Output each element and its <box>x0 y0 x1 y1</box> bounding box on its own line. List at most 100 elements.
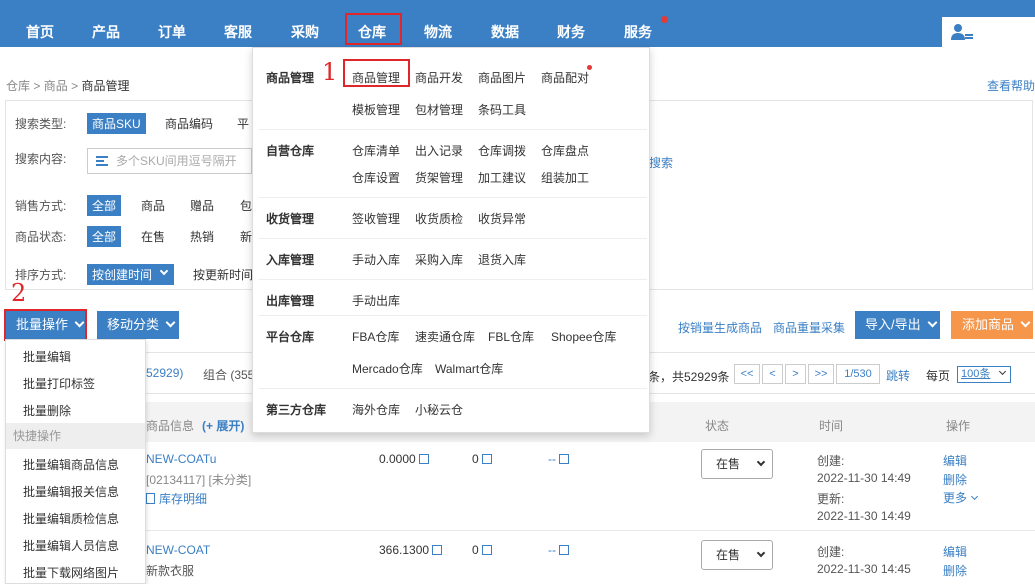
nav-home[interactable]: 首页 <box>26 0 54 47</box>
nav-service[interactable]: 客服 <box>224 0 252 47</box>
menu-batch-edit[interactable]: 批量编辑 <box>23 348 71 365</box>
menu-processing-advice[interactable]: 加工建议 <box>478 169 526 186</box>
menu-goods-images[interactable]: 商品图片 <box>478 69 526 86</box>
menu-cloud-wh[interactable]: 小秘云仓 <box>415 401 463 418</box>
row1-price[interactable]: 0.0000 <box>379 452 429 466</box>
row2-edit-link[interactable]: 编辑 <box>943 543 967 560</box>
menu-wh-records[interactable]: 出入记录 <box>415 142 463 159</box>
per-page-select[interactable]: 100条 <box>957 366 1011 383</box>
nav-purchase[interactable]: 采购 <box>291 0 319 47</box>
help-link[interactable]: 查看帮助 <box>987 77 1035 94</box>
sales-gift[interactable]: 赠品 <box>185 195 219 216</box>
edit-icon[interactable] <box>559 454 569 464</box>
menu-wh-stocktake[interactable]: 仓库盘点 <box>541 142 589 159</box>
menu-edit-qc-info[interactable]: 批量编辑质检信息 <box>23 510 119 527</box>
pager-jump[interactable]: 跳转 <box>886 367 910 384</box>
nav-logistics[interactable]: 物流 <box>424 0 452 47</box>
menu-wh-list[interactable]: 仓库清单 <box>352 142 400 159</box>
menu-return-inbound[interactable]: 退货入库 <box>478 251 526 268</box>
crumb-warehouse[interactable]: 仓库 <box>6 79 30 93</box>
menu-edit-product-info[interactable]: 批量编辑商品信息 <box>23 456 119 473</box>
status-all[interactable]: 全部 <box>87 226 122 247</box>
menu-shelf[interactable]: 货架管理 <box>415 169 463 186</box>
row1-qty[interactable]: 0 <box>472 452 492 466</box>
sales-all[interactable]: 全部 <box>87 195 122 216</box>
row2-extra[interactable]: -- <box>548 543 569 557</box>
menu-overseas-wh[interactable]: 海外仓库 <box>352 401 400 418</box>
row2-name[interactable]: NEW-COAT <box>146 543 210 557</box>
menu-purchase-inbound[interactable]: 采购入库 <box>415 251 463 268</box>
menu-aliexpress[interactable]: 速卖通仓库 <box>415 328 475 345</box>
expand-toggle[interactable]: (+ 展开) <box>202 417 244 434</box>
edit-icon[interactable] <box>432 545 443 555</box>
edit-icon[interactable] <box>481 545 492 555</box>
menu-receive-qc[interactable]: 收货质检 <box>415 210 463 227</box>
menu-manual-inbound[interactable]: 手动入库 <box>352 251 400 268</box>
nav-products[interactable]: 产品 <box>92 0 120 47</box>
row1-more-link[interactable]: 更多 <box>943 489 979 506</box>
search-type-code[interactable]: 商品编码 <box>160 113 218 134</box>
menu-packaging[interactable]: 包材管理 <box>415 101 463 118</box>
row1-stock-link[interactable]: 库存明细 <box>146 490 207 507</box>
nav-orders[interactable]: 订单 <box>158 0 186 47</box>
search-input[interactable]: 多个SKU间用逗号隔开 <box>87 148 252 174</box>
menu-edit-customs-info[interactable]: 批量编辑报关信息 <box>23 483 119 500</box>
menu-edit-staff-info[interactable]: 批量编辑人员信息 <box>23 537 119 554</box>
sales-goods[interactable]: 商品 <box>136 195 170 216</box>
menu-fba[interactable]: FBA仓库 <box>352 328 399 345</box>
row1-name[interactable]: NEW-COATu <box>146 452 216 466</box>
tab-single[interactable]: 52929) <box>146 366 183 380</box>
menu-fbl[interactable]: FBL仓库 <box>488 328 534 345</box>
import-export-button[interactable]: 导入/导出 <box>855 311 940 339</box>
sort-updated[interactable]: 按更新时间 <box>188 264 258 285</box>
sort-created[interactable]: 按创建时间 <box>87 264 175 285</box>
edit-icon[interactable] <box>418 454 429 464</box>
edit-icon[interactable] <box>481 454 492 464</box>
tab-combo[interactable]: 组合 (355 <box>203 366 254 383</box>
menu-shopee[interactable]: Shopee仓库 <box>551 328 616 345</box>
menu-batch-delete[interactable]: 批量删除 <box>23 402 71 419</box>
user-area[interactable] <box>942 17 1035 47</box>
row2-price[interactable]: 366.1300 <box>379 543 443 557</box>
status-hot[interactable]: 热销 <box>185 226 219 247</box>
menu-sign[interactable]: 签收管理 <box>352 210 400 227</box>
row1-edit-link[interactable]: 编辑 <box>943 452 967 469</box>
generate-by-sales-link[interactable]: 按销量生成商品 <box>678 319 762 336</box>
menu-assembly[interactable]: 组装加工 <box>541 169 589 186</box>
menu-goods-pairing[interactable]: 商品配对 <box>541 69 589 86</box>
search-type-platform[interactable]: 平 <box>232 113 254 134</box>
search-type-sku[interactable]: 商品SKU <box>87 113 146 134</box>
pager-next[interactable]: > <box>785 364 806 384</box>
move-category-button[interactable]: 移动分类 <box>97 311 179 339</box>
weight-collect-link[interactable]: 商品重量采集 <box>773 319 845 336</box>
add-product-button[interactable]: 添加商品 <box>951 311 1033 339</box>
menu-wh-settings[interactable]: 仓库设置 <box>352 169 400 186</box>
nav-services[interactable]: 服务 <box>624 0 652 47</box>
pager-prev[interactable]: < <box>762 364 783 384</box>
row1-extra[interactable]: -- <box>548 452 569 466</box>
menu-wh-transfer[interactable]: 仓库调拨 <box>478 142 526 159</box>
nav-data[interactable]: 数据 <box>491 0 519 47</box>
pager-first[interactable]: << <box>734 364 760 384</box>
menu-download-images[interactable]: 批量下载网络图片 <box>23 564 119 581</box>
menu-barcode[interactable]: 条码工具 <box>478 101 526 118</box>
pager-page-input[interactable]: 1/530 <box>836 364 880 384</box>
row1-status-select[interactable]: 在售 <box>701 449 773 479</box>
menu-template[interactable]: 模板管理 <box>352 101 400 118</box>
row2-status-select[interactable]: 在售 <box>701 540 773 570</box>
menu-batch-print-label[interactable]: 批量打印标签 <box>23 375 95 392</box>
menu-receive-exception[interactable]: 收货异常 <box>478 210 526 227</box>
row2-delete-link[interactable]: 删除 <box>943 562 967 579</box>
menu-walmart[interactable]: Walmart仓库 <box>435 360 503 377</box>
menu-mercado[interactable]: Mercado仓库 <box>352 360 423 377</box>
pager-last[interactable]: >> <box>808 364 834 384</box>
search-link[interactable]: 搜索 <box>649 154 673 171</box>
menu-goods-dev[interactable]: 商品开发 <box>415 69 463 86</box>
edit-icon[interactable] <box>559 545 569 555</box>
menu-manual-outbound[interactable]: 手动出库 <box>352 292 400 309</box>
row1-delete-link[interactable]: 删除 <box>943 471 967 488</box>
nav-finance[interactable]: 财务 <box>557 0 585 47</box>
row2-qty[interactable]: 0 <box>472 543 492 557</box>
status-onsale[interactable]: 在售 <box>136 226 170 247</box>
crumb-goods[interactable]: 商品 <box>44 79 68 93</box>
